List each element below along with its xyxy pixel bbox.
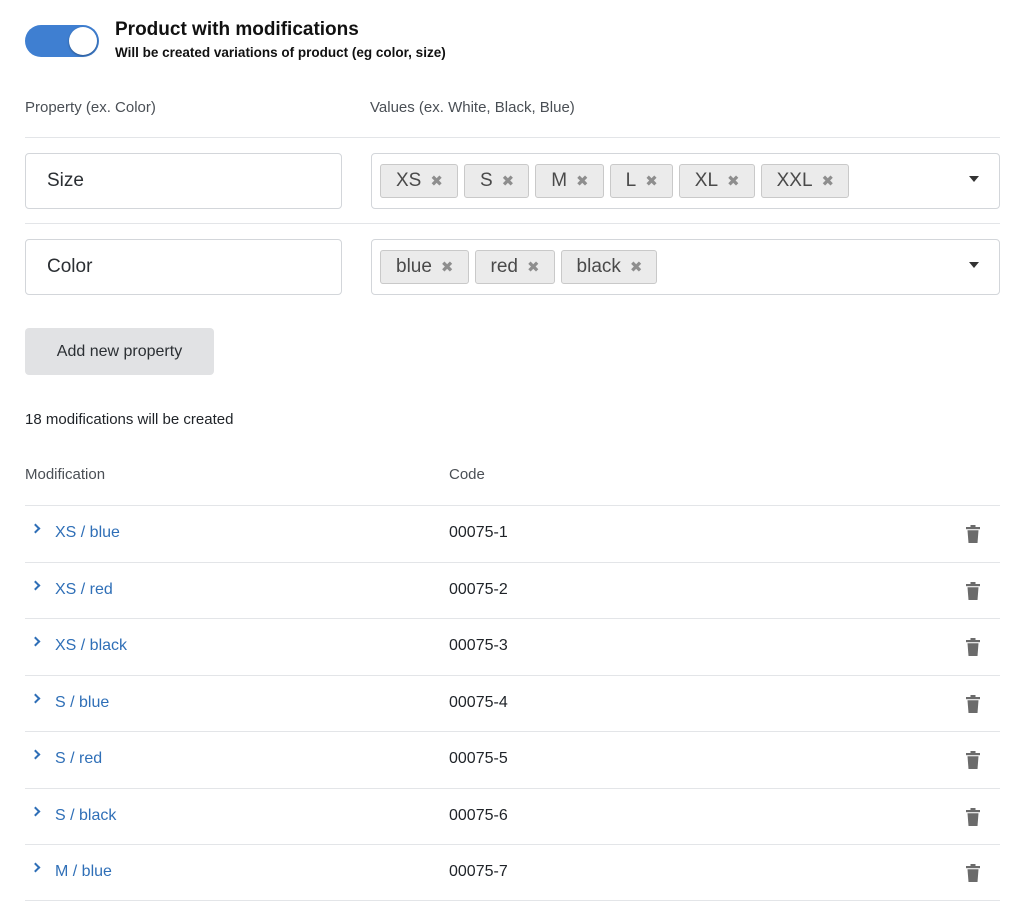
table-row: XS / blue 00075-1 — [25, 506, 1000, 562]
chevron-right-icon[interactable] — [30, 693, 41, 704]
chevron-right-icon[interactable] — [30, 636, 41, 647]
chevron-right-icon[interactable] — [30, 523, 41, 534]
value-tag-label: L — [625, 170, 637, 191]
value-tag-label: XL — [694, 170, 719, 191]
value-tag: blue ✖ — [380, 250, 469, 284]
modification-column-header: Modification — [25, 466, 106, 483]
modifications-count: 18 modifications will be created — [25, 411, 234, 428]
trash-icon[interactable] — [966, 695, 980, 713]
value-tag-label: black — [576, 256, 621, 277]
value-tag: black ✖ — [560, 250, 658, 284]
modifications-toggle[interactable] — [25, 25, 99, 57]
property-column-label: Property (ex. Color) — [25, 99, 156, 116]
modification-code: 00075-4 — [449, 694, 508, 711]
modification-link[interactable]: XS / red — [55, 581, 113, 599]
modification-code: 00075-7 — [449, 863, 508, 880]
section-subtitle: Will be created variations of product (e… — [115, 45, 446, 60]
value-tag: XL ✖ — [678, 164, 755, 198]
property-values-select[interactable]: XS ✖ S ✖ M ✖ L ✖ XL ✖ XXL ✖ — [371, 153, 1000, 209]
trash-icon[interactable] — [966, 525, 980, 543]
remove-tag-icon[interactable]: ✖ — [727, 172, 740, 190]
modification-code: 00075-6 — [449, 807, 508, 824]
trash-icon[interactable] — [966, 638, 980, 656]
table-row: XS / red 00075-2 — [25, 563, 1000, 619]
divider — [25, 223, 1000, 224]
trash-icon[interactable] — [966, 864, 980, 882]
divider — [25, 900, 1000, 901]
value-tag: M ✖ — [535, 164, 604, 198]
value-tag: XS ✖ — [380, 164, 458, 198]
trash-icon[interactable] — [966, 808, 980, 826]
value-tag-label: red — [490, 256, 518, 277]
value-tag-label: S — [479, 170, 493, 191]
value-tag-label: M — [551, 170, 568, 191]
remove-tag-icon[interactable]: ✖ — [822, 172, 835, 190]
modification-link[interactable]: M / blue — [55, 863, 112, 881]
code-column-header: Code — [449, 466, 485, 483]
modification-link[interactable]: XS / black — [55, 637, 127, 655]
value-tag: XXL ✖ — [760, 164, 850, 198]
modification-link[interactable]: S / black — [55, 807, 116, 825]
modification-code: 00075-1 — [449, 524, 508, 541]
value-tag-label: blue — [396, 256, 432, 277]
table-row: S / blue 00075-4 — [25, 676, 1000, 732]
property-name-input[interactable]: Color — [25, 239, 342, 295]
section-title: Product with modifications — [115, 19, 359, 40]
remove-tag-icon[interactable]: ✖ — [576, 172, 589, 190]
table-row: M / blue 00075-7 — [25, 845, 1000, 901]
chevron-right-icon[interactable] — [30, 749, 41, 760]
remove-tag-icon[interactable]: ✖ — [502, 172, 515, 190]
divider — [25, 137, 1000, 138]
remove-tag-icon[interactable]: ✖ — [645, 172, 658, 190]
caret-down-icon[interactable] — [969, 176, 979, 182]
values-column-label: Values (ex. White, Black, Blue) — [370, 99, 575, 116]
remove-tag-icon[interactable]: ✖ — [441, 258, 454, 276]
trash-icon[interactable] — [966, 751, 980, 769]
modification-link[interactable]: XS / blue — [55, 524, 120, 542]
value-tag: red ✖ — [474, 250, 555, 284]
remove-tag-icon[interactable]: ✖ — [630, 258, 643, 276]
remove-tag-icon[interactable]: ✖ — [527, 258, 540, 276]
modification-code: 00075-3 — [449, 637, 508, 654]
toggle-knob — [69, 27, 97, 55]
value-tag: S ✖ — [463, 164, 530, 198]
chevron-right-icon[interactable] — [30, 806, 41, 817]
table-row: S / black 00075-6 — [25, 789, 1000, 845]
add-property-button[interactable]: Add new property — [25, 328, 214, 375]
modification-code: 00075-5 — [449, 750, 508, 767]
remove-tag-icon[interactable]: ✖ — [430, 172, 443, 190]
table-row: XS / black 00075-3 — [25, 619, 1000, 675]
property-values-select[interactable]: blue ✖ red ✖ black ✖ — [371, 239, 1000, 295]
value-tag-label: XS — [396, 170, 422, 191]
trash-icon[interactable] — [966, 582, 980, 600]
value-tag: L ✖ — [609, 164, 673, 198]
modification-code: 00075-2 — [449, 581, 508, 598]
property-name-input[interactable]: Size — [25, 153, 342, 209]
chevron-right-icon[interactable] — [30, 862, 41, 873]
table-row: S / red 00075-5 — [25, 732, 1000, 788]
modification-link[interactable]: S / blue — [55, 694, 109, 712]
chevron-right-icon[interactable] — [30, 580, 41, 591]
modification-link[interactable]: S / red — [55, 750, 102, 768]
caret-down-icon[interactable] — [969, 262, 979, 268]
value-tag-label: XXL — [776, 170, 813, 191]
